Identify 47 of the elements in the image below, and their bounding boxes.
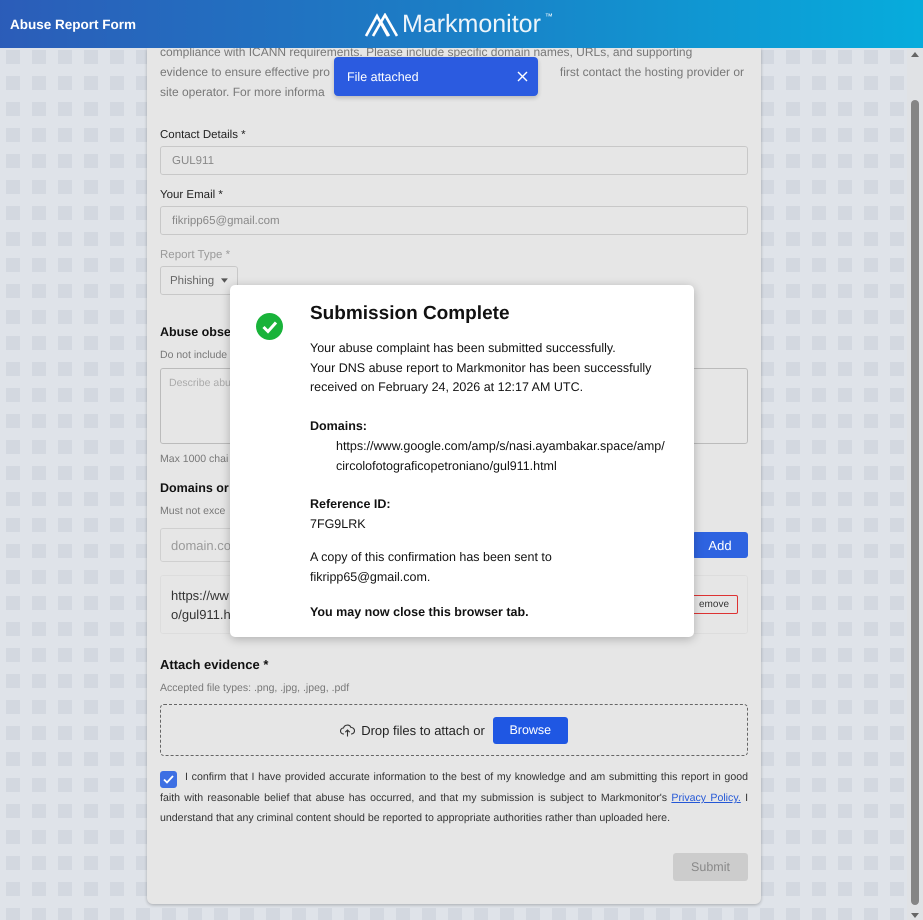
message-text: Your DNS abuse report to Markmonitor has been successfully received on February 24, 2026 at 12:17 AM UTC. [310, 360, 652, 396]
scroll-up-icon [911, 52, 919, 57]
hint-text: Accepted file types: .png, .jpg, .jpeg, .pdf [160, 682, 350, 694]
character-limit: Max 1000 chai [160, 453, 228, 465]
mountain-logo-icon [364, 12, 398, 36]
input-field[interactable]: GUL911 [160, 146, 748, 175]
section-heading: Domains or [160, 481, 229, 495]
domain-url: https://ww o/gul911.h [171, 586, 231, 624]
intro-text: compliance with ICANN requirements. Please include specific domain names, URLs, and supporting [160, 44, 692, 61]
intro-text: site operator. For more informa [160, 84, 325, 101]
scrollbar-thumb[interactable] [911, 100, 919, 905]
message-text: Your abuse complaint has been submitted successfully. [310, 340, 617, 357]
confirmation-note: A copy of this confirmation has been sent to fikripp65@gmail.com. [310, 549, 553, 586]
hint-text: Do not include [160, 349, 228, 361]
reference-label: Reference ID: [310, 496, 392, 513]
reference-id: 7FG9LRK [310, 516, 367, 532]
scroll-down-icon [911, 913, 919, 918]
input-field[interactable]: fikripp65@gmail.com [160, 206, 748, 235]
intro-text: evidence to ensure effective pro [160, 64, 330, 81]
intro-text: first contact the hosting provider or [560, 64, 744, 81]
field-label: Your Email * [160, 189, 223, 201]
logo-text: Markmonitor [402, 10, 541, 39]
closing-text: You may now close this browser tab. [310, 605, 530, 619]
checkbox[interactable] [160, 771, 177, 788]
drop-text: Drop files to attach or [361, 722, 485, 738]
dialog-title: Submission Complete [310, 303, 511, 325]
domains-label: Domains: [310, 418, 368, 434]
toast-message: File attached [347, 70, 419, 84]
file-drop-zone[interactable]: Drop files to attach or Browse [160, 704, 748, 756]
section-heading: Attach evidence * [160, 657, 268, 672]
privacy-policy-link[interactable]: Privacy Policy. [671, 792, 741, 804]
scrollbar[interactable] [907, 48, 923, 920]
close-icon[interactable] [517, 71, 528, 82]
field-label: Report Type * [160, 249, 230, 261]
add-button[interactable]: Add [692, 532, 748, 558]
hint-text: Must not exce [160, 505, 226, 517]
check-circle-icon [256, 313, 283, 340]
browse-button[interactable]: Browse [492, 716, 568, 744]
field-label: Contact Details * [160, 129, 246, 141]
section-heading: Abuse obse [160, 325, 231, 339]
checkmark-icon [163, 775, 174, 784]
trademark-mark: ™ [544, 12, 553, 21]
domain-url: https://www.google.com/amp/s/nasi.ayambakar.space/amp/circolofotograficopetroniano/gul911.html [336, 438, 666, 475]
cloud-upload-icon [340, 724, 356, 736]
page-title: Abuse Report Form [10, 16, 136, 32]
consent-text: I confirm that I have provided accurate information to the best of my knowledge and am submitting this report in good faith with reasonable belief that abuse has occurred, and that my submission is subject to Markmonitor's Privacy Policy. I understand that any criminal content should be reported to appropriate authorities rather than uploaded here. [160, 770, 748, 826]
caret-icon [221, 277, 228, 284]
